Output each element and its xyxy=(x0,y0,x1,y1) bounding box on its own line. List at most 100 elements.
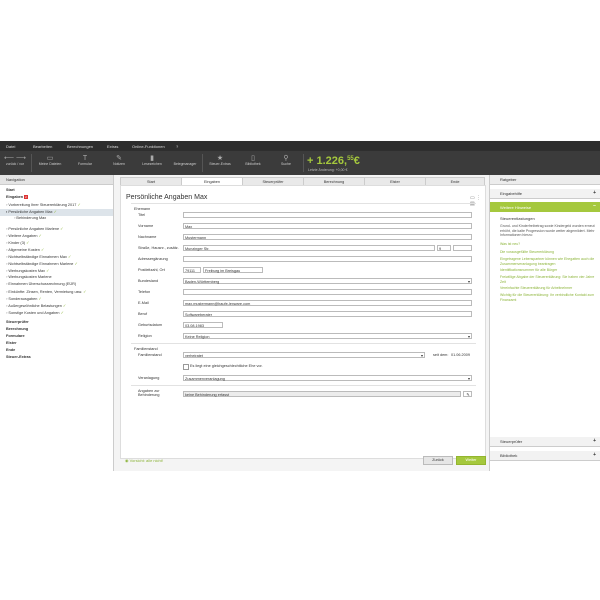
nav-item-eingaben[interactable]: Eingaben 2 xyxy=(6,195,28,202)
hint-link[interactable]: Eingetragene Lebenspartner können wie Eh… xyxy=(500,257,596,266)
seit-field[interactable]: 01.06.2009 xyxy=(451,353,470,357)
hint-link[interactable]: Vereinfachte Steuererklärung für Arbeitn… xyxy=(500,286,596,291)
nav-item-elster[interactable]: Elster xyxy=(6,341,17,348)
nav-item-allgemeine-kosten[interactable]: ▫ Allgemeine Kosten ✓ xyxy=(6,247,44,254)
toolbar-notizen[interactable]: ✎ Notizen xyxy=(102,155,136,166)
email-field[interactable]: max.mustermann@haufe-lexware.com xyxy=(183,300,472,306)
navigation-header: Navigation xyxy=(0,175,113,185)
toolbar-suche[interactable]: ⚲ Suche xyxy=(270,155,302,166)
next-button[interactable]: Weiter xyxy=(456,456,486,465)
check-icon: ✓ xyxy=(77,203,81,207)
geburt-label: Geburtsdatum xyxy=(138,323,163,327)
nav-label: Eingaben xyxy=(6,195,24,199)
bibliothek-section[interactable]: Bibliothek + xyxy=(490,451,600,461)
adress-label: Adressergänzung xyxy=(138,257,168,261)
folder-icon: ▭ xyxy=(46,155,54,162)
vorname-label: Vorname xyxy=(138,224,154,228)
nav-item-nichtselbstaendige-max[interactable]: ▫ Nichtselbständige Einnahmen Max ✓ xyxy=(6,254,71,261)
was-ist-neu-link[interactable]: Was ist neu? xyxy=(500,242,596,247)
steuer-title: Steuerentlastungen xyxy=(500,216,535,221)
menu-berechnungen[interactable]: Berechnungen xyxy=(67,144,93,149)
hint-link[interactable]: Die vorausgefüllte Steuererklärung xyxy=(500,250,596,255)
zusatz-field[interactable] xyxy=(453,245,472,251)
nav-item-ende[interactable]: Ende xyxy=(6,348,15,355)
nav-item-weitere-angaben[interactable]: ▫ Weitere Angaben ✓ xyxy=(6,233,42,240)
strasse-label: Straße, Hausnr., zusätz. xyxy=(138,246,179,250)
attachment-icon[interactable]: ⋮ xyxy=(476,195,481,201)
beruf-field[interactable]: Softwareberater xyxy=(183,311,472,317)
refund-amount[interactable]: + 1.226,55€ xyxy=(307,155,360,167)
hint-link[interactable]: Freiwillige Abgabe der Steuererklärung: … xyxy=(500,275,596,284)
nav-item-persoenliche-angaben-max[interactable]: ▪ Persönliche Angaben Max ✓ xyxy=(0,209,113,216)
nav-label: Persönliche Angaben Max xyxy=(8,210,53,214)
bibliothek-label: Bibliothek xyxy=(500,453,518,458)
hint-link[interactable]: Identifikationsnummer für alle Bürger xyxy=(500,268,596,273)
toolbar-meine-dateien[interactable]: ▭ Meine Dateien xyxy=(33,155,67,166)
geburt-field[interactable]: 03.08.1983 xyxy=(183,322,223,328)
nav-item-behinderung-max[interactable]: ▫ Behinderung Max xyxy=(14,216,46,223)
religion-label: Religion xyxy=(138,334,152,338)
adress-field[interactable] xyxy=(183,256,472,262)
nav-item-formulare[interactable]: Formulare xyxy=(6,334,25,341)
nav-item-einkuenfte[interactable]: ▫ Einkünfte: Zinsen, Renten, Vermietung … xyxy=(6,289,86,296)
familienstand-select[interactable]: verheiratet xyxy=(183,352,425,359)
toolbar-steuer-extras[interactable]: ★ Steuer-Extras xyxy=(204,155,236,166)
menu-extras[interactable]: Extras xyxy=(107,144,118,149)
ort-field[interactable]: Freiburg im Breisgau xyxy=(203,267,263,273)
menu-datei[interactable]: Datei xyxy=(6,144,15,149)
edit-behinderung-button[interactable]: ✎ xyxy=(463,391,472,397)
nav-item-nichtselbstaendige-marlene[interactable]: ▫ Nichtselbständige Einnahmen Marlene ✓ xyxy=(6,261,78,268)
nav-item-kinder[interactable]: ▫ Kinder (3) ✓ xyxy=(6,240,29,247)
nav-item-steuer-extras[interactable]: Steuer-Extras xyxy=(6,355,31,362)
nav-item-start[interactable]: Start xyxy=(6,188,15,195)
nav-item-steuerpruefer[interactable]: Steuerprüfer xyxy=(6,320,29,327)
nav-label: Steuerprüfer xyxy=(6,320,29,324)
nav-item-werbungskosten-marlene[interactable]: ▫ Werbungskosten Marlene xyxy=(6,275,52,282)
print-icon[interactable]: ▤ xyxy=(470,201,475,207)
back-button[interactable]: Zurück xyxy=(423,456,453,465)
nav-item-persoenliche-angaben-marlene[interactable]: ▫ Persönliche Angaben Marlene ✓ xyxy=(6,226,63,233)
nav-item-aussergewoehnliche[interactable]: ▫ Außergewöhnliche Belastungen ✓ xyxy=(6,303,66,310)
plz-field[interactable]: 79111 xyxy=(183,267,201,273)
nav-item-vorbereitung[interactable]: ▫ Vorbereitung Ihrer Steuererklärung 201… xyxy=(6,202,81,209)
gleichgeschlechtlich-label: Es liegt eine gleichgeschlechtliche Ehe … xyxy=(190,364,263,368)
nav-item-sonderausgaben[interactable]: ▫ Sonderausgaben ✓ xyxy=(6,296,42,303)
toolbar-belegmanager[interactable]: Belegmanager xyxy=(168,155,202,166)
toolbar-bibliothek[interactable]: ▯ Bibliothek xyxy=(237,155,269,166)
menu-bearbeiten[interactable]: Bearbeiten xyxy=(33,144,52,149)
titel-field[interactable] xyxy=(183,212,472,218)
toolbar-label: Steuer-Extras xyxy=(209,162,231,166)
telefon-field[interactable] xyxy=(183,289,472,295)
nav-item-sonstige-kosten[interactable]: ▫ Sonstige Kosten und Angaben ✓ xyxy=(6,310,64,317)
strasse-field[interactable]: Munzinger Str. xyxy=(183,245,435,251)
back-forward-buttons[interactable]: ⟵ ⟶ zurück / vor xyxy=(4,155,26,166)
menu-online-funktionen[interactable]: Online-Funktionen xyxy=(132,144,165,149)
refund-currency: € xyxy=(353,155,360,167)
gleichgeschlechtlich-checkbox[interactable] xyxy=(183,364,189,370)
weitere-hinweise-section[interactable]: Weitere Hinweise − xyxy=(490,202,600,212)
toolbar-formular[interactable]: T Formular xyxy=(68,155,102,166)
error-badge: 2 xyxy=(24,195,28,199)
card-actions: ▭ ⋮ ▤ xyxy=(470,195,485,207)
eingabehilfe-section[interactable]: Eingabehilfe + xyxy=(490,189,600,199)
nav-item-werbungskosten-max[interactable]: ▫ Werbungskosten Max ✓ xyxy=(6,268,49,275)
vorname-field[interactable]: Max xyxy=(183,223,472,229)
toolbar-lesezeichen[interactable]: ▮ Lesezeichen xyxy=(135,155,169,166)
hint-label: Vorsicht: alle nicht! xyxy=(129,458,163,463)
nav-label: Nichtselbständige Einnahmen Marlene xyxy=(8,262,74,266)
religion-select[interactable]: Keine Religion xyxy=(183,333,472,340)
nav-label: Werbungskosten Marlene xyxy=(8,275,52,279)
ratgeber-label: Ratgeber xyxy=(500,177,517,182)
email-label: E-Mail xyxy=(138,301,149,305)
nav-label: Ende xyxy=(6,348,16,352)
hausnr-field[interactable]: 9 xyxy=(437,245,451,251)
check-icon: ✓ xyxy=(67,255,72,259)
nav-item-berechnung[interactable]: Berechnung xyxy=(6,327,28,334)
steuerpruefer-section[interactable]: Steuerprüfer + xyxy=(490,437,600,447)
veranlagung-select[interactable]: Zusammenveranlagung xyxy=(183,375,472,382)
hint-link[interactable]: Wichtig für die Steuererklärung: Ihr ver… xyxy=(500,293,596,302)
nachname-field[interactable]: Mustermann xyxy=(183,234,472,240)
bundesland-select[interactable]: Baden-Württemberg xyxy=(183,278,472,285)
menu-help[interactable]: ? xyxy=(176,144,178,149)
nav-item-euer[interactable]: ▫ Einnahmen Überschussrechnung (EÜR) xyxy=(6,282,76,289)
